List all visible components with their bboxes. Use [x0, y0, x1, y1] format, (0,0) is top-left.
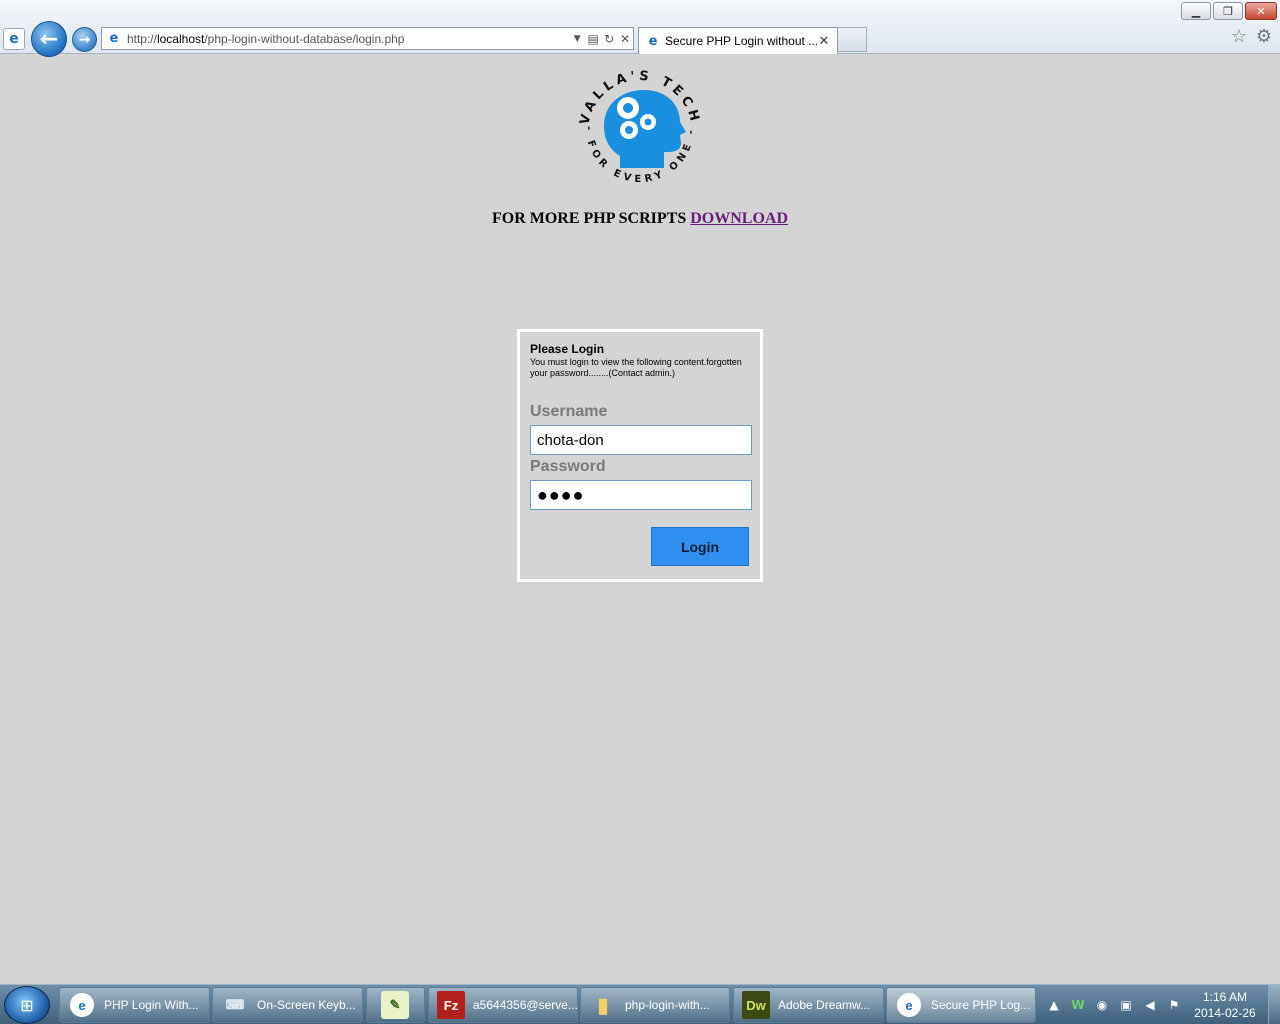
password-label: Password — [530, 458, 606, 475]
compatibility-view-icon[interactable]: ▤ — [585, 32, 601, 46]
chevron-up-icon[interactable]: ▲ — [1044, 995, 1064, 1015]
keyboard-icon: ⌨ — [225, 997, 245, 1012]
download-link[interactable]: DOWNLOAD — [690, 210, 788, 227]
clock-date: 2014-02-26 — [1194, 1006, 1256, 1020]
refresh-icon[interactable]: ↻ — [601, 32, 617, 46]
login-button[interactable]: Login — [651, 527, 749, 566]
taskbar-item-on-screen-keyboard[interactable]: ⌨ On-Screen Keyb... — [212, 987, 363, 1023]
taskbar-item-secure-php-login[interactable]: e Secure PHP Log... — [886, 987, 1036, 1023]
folder-icon: ▮ — [597, 994, 609, 1017]
clock[interactable]: 1:16 AM 2014-02-26 — [1186, 989, 1264, 1021]
promo-text: FOR MORE PHP SCRIPTS — [491, 210, 691, 227]
show-desktop-button[interactable] — [1268, 985, 1280, 1024]
tab-title: Secure PHP Login without ... — [665, 34, 817, 48]
ie-icon: e — [109, 30, 119, 46]
taskbar-item-notepad-plus[interactable]: ✎ — [366, 987, 425, 1023]
login-title: Please Login — [530, 342, 605, 356]
chevron-down-icon[interactable]: ▼ — [569, 34, 585, 44]
minimize-button[interactable]: ▁ — [1181, 2, 1211, 20]
notepad-plus-icon: ✎ — [381, 991, 409, 1019]
back-button[interactable]: ← — [31, 21, 67, 57]
clock-time: 1:16 AM — [1202, 990, 1248, 1004]
address-url[interactable]: http://localhost/php-login-without-datab… — [127, 32, 565, 46]
gear-icon[interactable]: ⚙ — [1254, 27, 1274, 47]
browser-toolbar: ▁ ❐ ✕ e ← → e http://localhost/php-login… — [0, 0, 1280, 57]
back-arrow-icon: ← — [39, 26, 59, 52]
filezilla-icon: Fz — [437, 991, 465, 1019]
username-label: Username — [530, 403, 608, 420]
stop-icon[interactable]: ✕ — [617, 32, 633, 46]
dreamweaver-icon: Dw — [742, 991, 770, 1019]
login-description: You must login to view the following con… — [530, 357, 742, 378]
tab-secure-php-login[interactable]: e Secure PHP Login without ... ✕ — [638, 27, 838, 54]
wamp-icon[interactable]: W — [1068, 995, 1088, 1015]
start-button[interactable]: ⊞ — [4, 986, 50, 1024]
ie-icon: e — [648, 33, 658, 49]
ie-icon: e — [895, 991, 923, 1019]
forward-button[interactable]: → — [72, 27, 97, 52]
taskbar: ⊞ e PHP Login With... ⌨ On-Screen Keyb..… — [0, 984, 1280, 1024]
taskbar-item-folder[interactable]: ▮ php-login-with... — [580, 987, 730, 1023]
close-window-button[interactable]: ✕ — [1245, 2, 1277, 20]
username-input[interactable] — [530, 425, 752, 455]
volume-icon[interactable]: ◀ — [1140, 995, 1160, 1015]
ie-icon[interactable]: e — [3, 28, 25, 50]
close-icon[interactable]: ✕ — [817, 34, 831, 49]
ie-icon: e — [68, 991, 96, 1019]
new-tab-button[interactable] — [838, 27, 867, 52]
star-icon[interactable]: ☆ — [1229, 27, 1249, 47]
network-icon[interactable]: ▣ — [1116, 995, 1136, 1015]
vallas-tech-logo: VALLA'S TECH - FOR EVERY ONE - — [577, 69, 698, 185]
address-bar[interactable]: e http://localhost/php-login-without-dat… — [101, 27, 634, 50]
taskbar-item-filezilla[interactable]: Fz a5644356@serve... — [428, 987, 578, 1023]
network-globe-icon[interactable]: ◉ — [1092, 995, 1112, 1015]
restore-button[interactable]: ❐ — [1213, 2, 1243, 20]
forward-arrow-icon: → — [78, 31, 91, 48]
promo-line: FOR MORE PHP SCRIPTS DOWNLOAD — [0, 210, 1280, 228]
windows-logo-icon: ⊞ — [20, 995, 34, 1015]
password-input[interactable] — [530, 480, 752, 510]
flag-icon[interactable]: ⚑ — [1164, 995, 1184, 1015]
login-panel: Please Login You must login to view the … — [517, 329, 763, 582]
taskbar-item-dreamweaver[interactable]: Dw Adobe Dreamw... — [733, 987, 884, 1023]
taskbar-item-php-login[interactable]: e PHP Login With... — [59, 987, 210, 1023]
